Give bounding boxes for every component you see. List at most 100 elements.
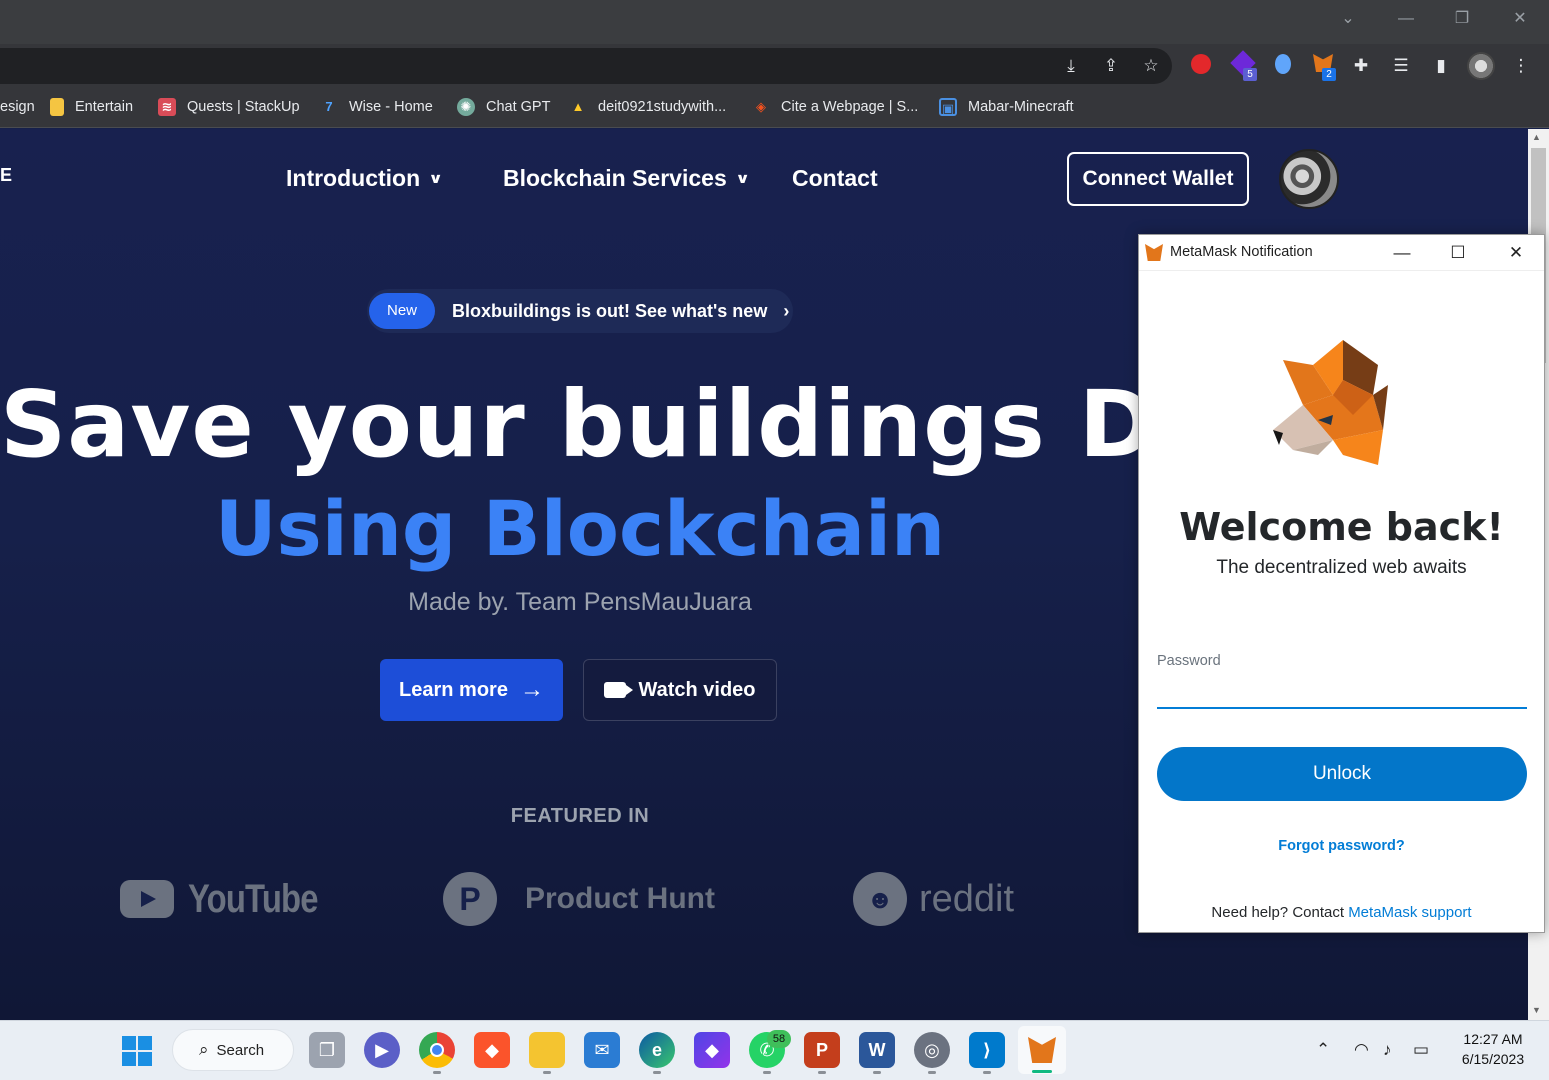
metamask-window-title: MetaMask Notification <box>1170 244 1313 260</box>
announcement-banner[interactable]: New Bloxbuildings is out! See what's new… <box>367 289 793 333</box>
bookmark-item[interactable]: ◈ Cite a Webpage | S... <box>752 96 918 118</box>
announcement-text: Bloxbuildings is out! See what's new <box>452 300 768 321</box>
hero-title: Save your buildings Data <box>0 371 1328 478</box>
powerpoint-icon[interactable]: P <box>804 1032 840 1068</box>
scroll-up-arrow-icon[interactable]: ▲ <box>1532 132 1541 142</box>
firebase-icon: ▲ <box>571 99 585 114</box>
minecraft-icon: ▣ <box>939 98 957 116</box>
metamask-support-link[interactable]: MetaMask support <box>1348 904 1471 921</box>
adblock-extension-icon[interactable] <box>1189 54 1213 78</box>
youtube-logo: YouTube <box>120 871 346 927</box>
watch-video-button[interactable]: Watch video <box>583 659 777 721</box>
new-badge: New <box>369 293 435 329</box>
app-spiral-icon[interactable]: ◎ <box>914 1032 950 1068</box>
reddit-alien-icon: ☻ <box>853 872 907 926</box>
welcome-tagline: The decentralized web awaits <box>1216 557 1467 578</box>
brave-icon[interactable]: ◆ <box>474 1032 510 1068</box>
tab-search-chevron-icon[interactable]: ⌄ <box>1333 8 1363 30</box>
taskbar-search[interactable]: ⌕ Search <box>172 1029 294 1071</box>
search-icon: ⌕ <box>199 1040 209 1059</box>
bookmark-item[interactable]: ✺ Chat GPT <box>457 96 550 118</box>
featured-heading: FEATURED IN <box>510 805 650 827</box>
running-indicator <box>543 1071 551 1074</box>
learn-more-button[interactable]: Learn more → <box>380 659 563 721</box>
more-menu-icon[interactable]: ⋮ <box>1509 54 1533 78</box>
connect-wallet-button[interactable]: Connect Wallet <box>1067 152 1249 206</box>
metamask-title-bar: MetaMask Notification — ☐ ✕ <box>1139 235 1544 271</box>
bookmark-star-icon[interactable]: ☆ <box>1139 54 1163 78</box>
nav-contact[interactable]: Contact <box>792 165 878 192</box>
side-panel-icon[interactable]: ▮ <box>1429 54 1453 78</box>
clock-time[interactable]: 12:27 AM <box>1450 1031 1536 1047</box>
cite-icon: ◈ <box>756 99 766 114</box>
install-app-icon[interactable]: ⤓ <box>1059 54 1083 78</box>
user-avatar[interactable] <box>1279 149 1339 209</box>
bookmark-item[interactable]: Entertain <box>50 96 133 118</box>
chevron-down-icon: ∨ <box>428 170 444 186</box>
mail-icon[interactable]: ✉ <box>584 1032 620 1068</box>
volume-icon[interactable]: ♪ <box>1383 1040 1392 1060</box>
extension-badge: 2 <box>1322 68 1336 81</box>
bookmark-item[interactable]: 7 Wise - Home <box>320 96 432 118</box>
stackup-icon: ≋ <box>158 98 176 116</box>
metamask-fox-logo <box>1273 340 1388 465</box>
minimize-button[interactable]: — <box>1391 8 1421 30</box>
password-input[interactable] <box>1157 675 1527 709</box>
video-camera-icon <box>604 682 634 698</box>
bookmark-item[interactable]: ≋ Quests | StackUp <box>158 96 300 118</box>
running-indicator <box>983 1071 991 1074</box>
vscode-icon[interactable]: ⟩ <box>969 1032 1005 1068</box>
edge-icon[interactable]: e <box>639 1032 675 1068</box>
bookmark-item[interactable]: esign <box>0 96 35 118</box>
nav-introduction[interactable]: Introduction ∨ <box>286 165 444 192</box>
maximize-button[interactable]: ☐ <box>1443 241 1473 265</box>
close-button[interactable]: ✕ <box>1505 8 1535 30</box>
metamask-taskbar-icon[interactable] <box>1024 1032 1060 1068</box>
forgot-password-link[interactable]: Forgot password? <box>1139 838 1544 854</box>
word-icon[interactable]: W <box>859 1032 895 1068</box>
chatgpt-icon: ✺ <box>457 98 475 116</box>
producthunt-icon: P <box>443 872 497 926</box>
close-button[interactable]: ✕ <box>1501 241 1531 265</box>
wise-icon: 7 <box>325 99 333 114</box>
bookmark-item[interactable]: ▲ deit0921studywith... <box>569 96 727 118</box>
wifi-icon[interactable]: ◠ <box>1354 1040 1369 1060</box>
show-hidden-icons-chevron-icon[interactable]: ⌃ <box>1316 1040 1330 1060</box>
profile-avatar[interactable] <box>1467 52 1495 80</box>
site-logo[interactable]: E <box>0 165 12 186</box>
extensions-puzzle-icon[interactable]: ✚ <box>1349 54 1373 78</box>
active-indicator <box>1032 1070 1052 1073</box>
clock-date[interactable]: 6/15/2023 <box>1450 1051 1536 1067</box>
running-indicator <box>818 1071 826 1074</box>
browser-title-bar <box>0 0 1549 44</box>
media-control-icon[interactable]: ☰ <box>1389 54 1413 78</box>
teams-chat-icon[interactable]: ▶ <box>364 1032 400 1068</box>
copilot-icon[interactable]: ◆ <box>694 1032 730 1068</box>
running-indicator <box>873 1071 881 1074</box>
chevron-down-icon: ∨ <box>735 170 750 186</box>
hero-title-accent: Using Blockchain <box>214 484 946 573</box>
chrome-icon[interactable] <box>419 1032 455 1068</box>
running-indicator <box>763 1071 771 1074</box>
file-explorer-icon[interactable] <box>529 1032 565 1068</box>
bookmark-item[interactable]: ▣ Mabar-Minecraft <box>939 96 1074 118</box>
unlock-button[interactable]: Unlock <box>1157 747 1527 801</box>
password-label: Password <box>1157 653 1221 669</box>
battery-icon[interactable]: ▭ <box>1413 1040 1429 1060</box>
whatsapp-notification-badge: 58 <box>767 1030 791 1048</box>
running-indicator <box>433 1071 441 1074</box>
hero-subtitle: Made by. Team PensMauJuara <box>408 588 752 616</box>
extension-balloon-icon[interactable] <box>1271 54 1295 78</box>
reddit-logo: ☻ reddit <box>853 871 1014 927</box>
help-text: Need help? Contact MetaMask support <box>1211 904 1472 921</box>
restore-button[interactable]: ❐ <box>1447 8 1477 30</box>
minimize-button[interactable]: — <box>1387 241 1417 265</box>
task-view-icon[interactable]: ❐ <box>309 1032 345 1068</box>
windows-start-icon[interactable] <box>122 1036 152 1066</box>
address-bar[interactable] <box>0 48 1172 84</box>
share-icon[interactable]: ⇪ <box>1099 54 1123 78</box>
nav-blockchain-services[interactable]: Blockchain Services ∨ <box>503 165 750 192</box>
youtube-play-icon <box>120 880 174 918</box>
scroll-down-arrow-icon[interactable]: ▼ <box>1532 1005 1541 1015</box>
welcome-heading: Welcome back! <box>1179 505 1504 549</box>
